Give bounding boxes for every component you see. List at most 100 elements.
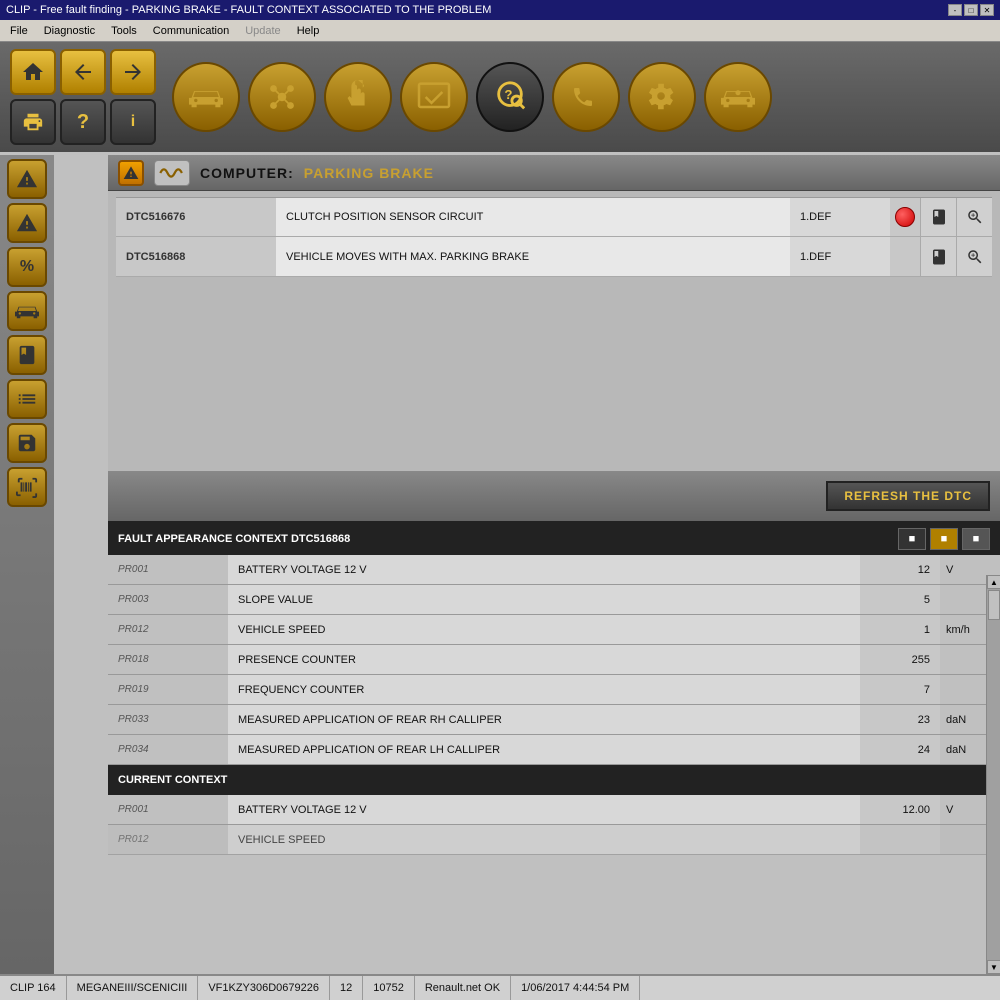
scroll-down-button[interactable]: ▼	[987, 960, 1000, 974]
ctx-val-pr003: 5	[860, 585, 940, 614]
sidebar-book-button[interactable]	[7, 335, 47, 375]
fault-context: FAULT APPEARANCE CONTEXT DTC516868 ■ ■ ■…	[108, 521, 1000, 855]
check-tool-button[interactable]	[400, 62, 468, 132]
dtc-row-2: DTC516868 VEHICLE MOVES WITH MAX. PARKIN…	[116, 237, 992, 277]
menu-communication[interactable]: Communication	[147, 24, 235, 38]
status-num1: 12	[330, 976, 363, 1000]
ctx-desc-pr018: PRESENCE COUNTER	[228, 645, 860, 674]
scroll-thumb[interactable]	[988, 590, 1000, 620]
gearbox-tool-button[interactable]	[248, 62, 316, 132]
ctx-code-pr012: PR012	[108, 615, 228, 644]
dtc-book-button-2[interactable]	[920, 237, 956, 276]
sidebar-percent-button[interactable]: %	[7, 247, 47, 287]
cur-ctx-code-pr001: PR001	[108, 795, 228, 824]
main-content: COMPUTER: PARKING BRAKE DTC516676 CLUTCH…	[108, 155, 1000, 974]
title-bar-controls: - □ ✕	[948, 4, 994, 16]
title-bar: CLIP - Free fault finding - PARKING BRAK…	[0, 0, 1000, 20]
ctx-val-pr012: 1	[860, 615, 940, 644]
dtc-area: DTC516676 CLUTCH POSITION SENSOR CIRCUIT…	[108, 191, 1000, 283]
ctx-row-pr033: PR033 MEASURED APPLICATION OF REAR RH CA…	[108, 705, 1000, 735]
scrollbar[interactable]: ▲ ▼	[986, 575, 1000, 974]
menu-tools[interactable]: Tools	[105, 24, 143, 38]
fh-btn-1[interactable]: ■	[898, 528, 926, 550]
ctx-desc-pr001: BATTERY VOLTAGE 12 V	[228, 555, 860, 584]
ctx-code-pr033: PR033	[108, 705, 228, 734]
menu-diagnostic[interactable]: Diagnostic	[38, 24, 101, 38]
dtc-actions-1	[920, 198, 992, 236]
fault-header-buttons: ■ ■ ■	[898, 528, 990, 550]
ctx-val-pr019: 7	[860, 675, 940, 704]
menu-help[interactable]: Help	[291, 24, 326, 38]
minimize-button[interactable]: -	[948, 4, 962, 16]
menu-file[interactable]: File	[4, 24, 34, 38]
refresh-dtc-button[interactable]: REFRESH THE DTC	[826, 481, 990, 511]
touch-tool-button[interactable]	[324, 62, 392, 132]
ctx-val-pr001: 12	[860, 555, 940, 584]
left-sidebar: %	[0, 155, 54, 974]
dtc-actions-2	[920, 237, 992, 276]
status-num2: 10752	[363, 976, 415, 1000]
help-button[interactable]: ?	[60, 99, 106, 145]
dtc-zoom-button-1[interactable]	[956, 198, 992, 236]
squiggle-icon	[154, 160, 190, 186]
ctx-row-pr003: PR003 SLOPE VALUE 5	[108, 585, 1000, 615]
forward-button[interactable]	[110, 49, 156, 95]
fault-context-table: PR001 BATTERY VOLTAGE 12 V 12 V PR003 SL…	[108, 555, 1000, 765]
warning-icon	[118, 160, 144, 186]
current-context-table: PR001 BATTERY VOLTAGE 12 V 12.00 V PR012…	[108, 795, 1000, 855]
computer-header: COMPUTER: PARKING BRAKE	[108, 155, 1000, 191]
ctx-row-pr001: PR001 BATTERY VOLTAGE 12 V 12 V	[108, 555, 1000, 585]
refresh-area: REFRESH THE DTC	[108, 471, 1000, 521]
dtc-status-2: 1.DEF	[790, 237, 890, 276]
sidebar-warning2-button[interactable]	[7, 203, 47, 243]
ctx-code-pr003: PR003	[108, 585, 228, 614]
print-button[interactable]	[10, 99, 56, 145]
ctx-code-pr001: PR001	[108, 555, 228, 584]
sidebar-list-button[interactable]	[7, 379, 47, 419]
dtc-zoom-button-2[interactable]	[956, 237, 992, 276]
fh-btn-2[interactable]: ■	[930, 528, 958, 550]
cur-ctx-val-pr012	[860, 825, 940, 854]
current-context-header: CURRENT CONTEXT	[108, 765, 1000, 795]
dtc-desc-1: CLUTCH POSITION SENSOR CIRCUIT	[276, 198, 790, 236]
sidebar-barcode-button[interactable]	[7, 467, 47, 507]
dtc-indicator-1	[890, 198, 920, 236]
ctx-desc-pr003: SLOPE VALUE	[228, 585, 860, 614]
top-toolbar: ? i ?	[0, 42, 1000, 152]
ctx-row-pr019: PR019 FREQUENCY COUNTER 7	[108, 675, 1000, 705]
fault-tool-button[interactable]: ?	[476, 62, 544, 132]
sidebar-warning1-button[interactable]	[7, 159, 47, 199]
close-button[interactable]: ✕	[980, 4, 994, 16]
cur-ctx-code-pr012: PR012	[108, 825, 228, 854]
home-button[interactable]	[10, 49, 56, 95]
sidebar-car-button[interactable]	[7, 291, 47, 331]
ctx-val-pr018: 255	[860, 645, 940, 674]
vehicle-tool-button[interactable]	[172, 62, 240, 132]
dtc-indicator-2	[890, 237, 920, 276]
ctx-code-pr019: PR019	[108, 675, 228, 704]
status-network: Renault.net OK	[415, 976, 511, 1000]
phone-tool-button[interactable]	[552, 62, 620, 132]
dtc-code-2: DTC516868	[116, 237, 276, 276]
cur-ctx-desc-pr012: VEHICLE SPEED	[228, 825, 860, 854]
cur-ctx-desc-pr001: BATTERY VOLTAGE 12 V	[228, 795, 860, 824]
ctx-desc-pr019: FREQUENCY COUNTER	[228, 675, 860, 704]
wrench-tool-button[interactable]	[628, 62, 696, 132]
status-vin: VF1KZY306D0679226	[198, 976, 330, 1000]
dtc-book-button-1[interactable]	[920, 198, 956, 236]
current-context-title: CURRENT CONTEXT	[118, 774, 227, 786]
back-button[interactable]	[60, 49, 106, 95]
computer-name: PARKING BRAKE	[304, 165, 434, 181]
sidebar-save-button[interactable]	[7, 423, 47, 463]
maximize-button[interactable]: □	[964, 4, 978, 16]
cur-ctx-val-pr001: 12.00	[860, 795, 940, 824]
dtc-status-1: 1.DEF	[790, 198, 890, 236]
scroll-up-button[interactable]: ▲	[987, 575, 1000, 589]
menu-bar: File Diagnostic Tools Communication Upda…	[0, 20, 1000, 42]
fh-btn-3[interactable]: ■	[962, 528, 990, 550]
info-button[interactable]: i	[110, 99, 156, 145]
nav-group: ? i	[10, 49, 156, 145]
window-title: CLIP - Free fault finding - PARKING BRAK…	[6, 4, 491, 16]
menu-update[interactable]: Update	[239, 24, 286, 38]
car2-tool-button[interactable]	[704, 62, 772, 132]
